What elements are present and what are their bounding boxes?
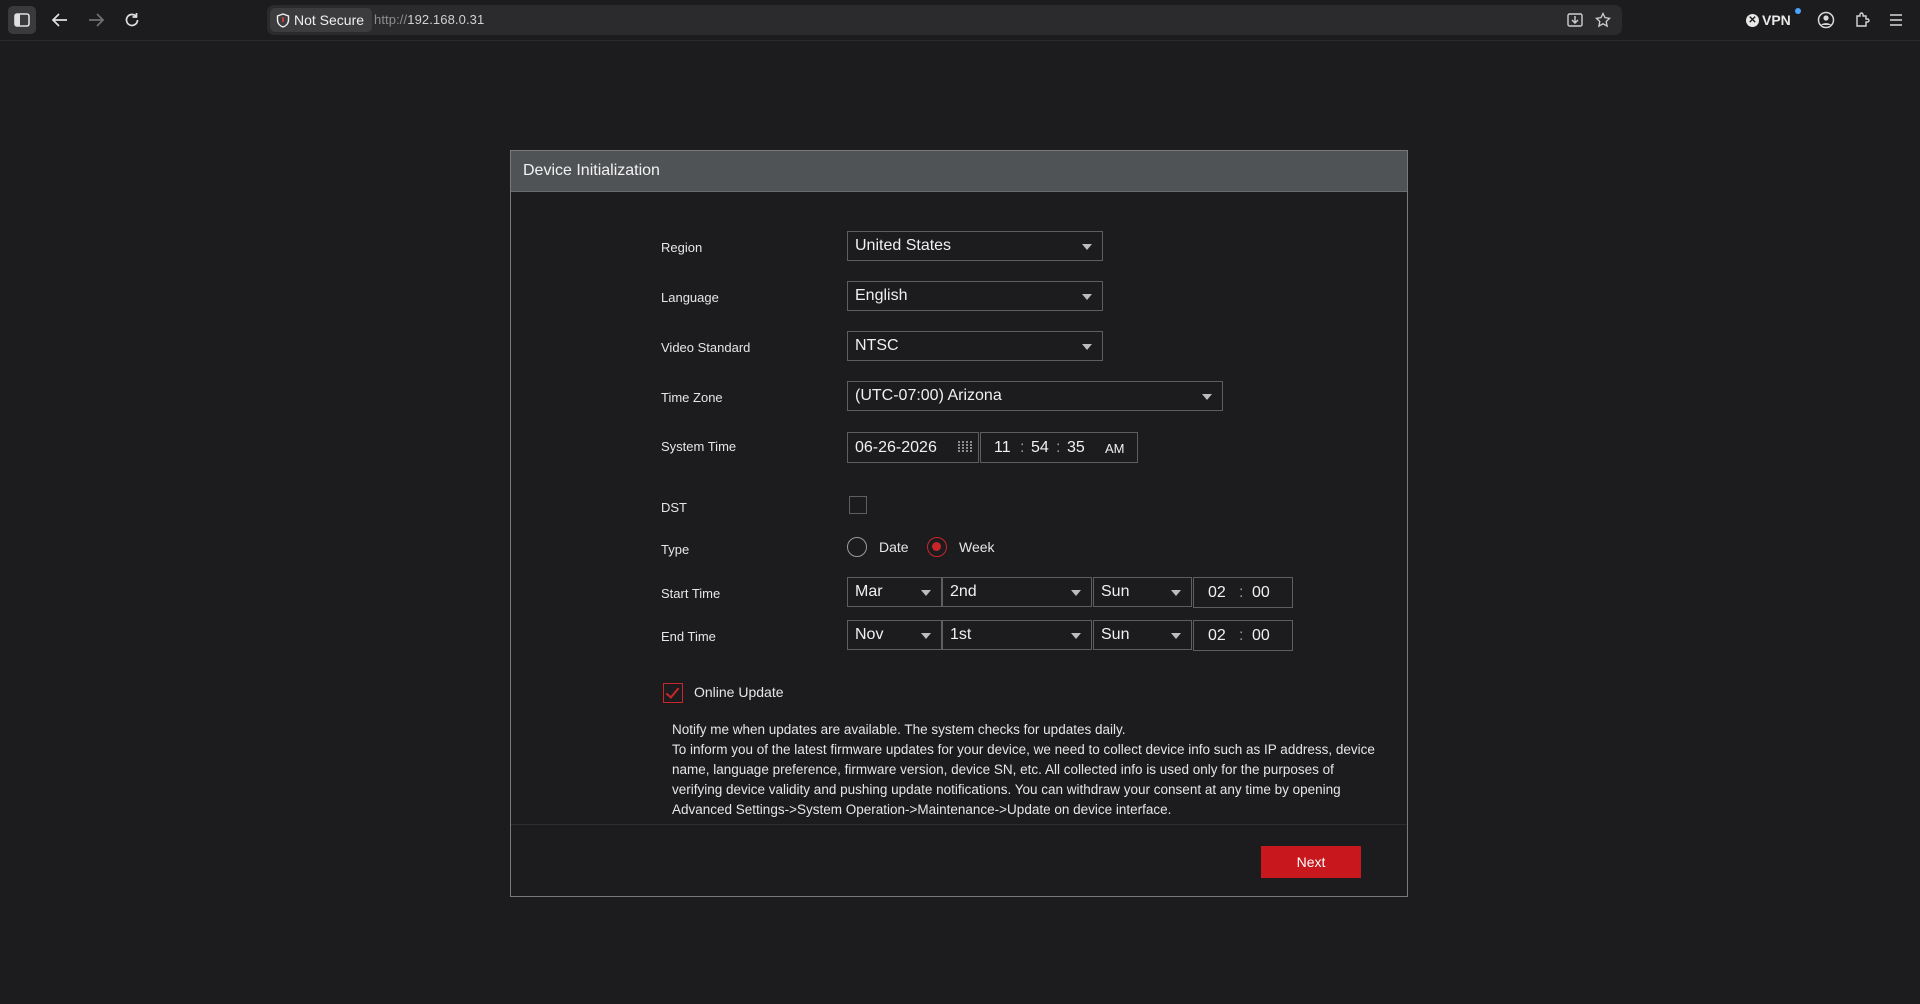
forward-arrow-icon[interactable] (82, 6, 110, 34)
system-date-input[interactable]: 06-26-2026 (847, 432, 979, 463)
video-standard-value: NTSC (855, 337, 899, 354)
menu-hamburger-icon[interactable] (1882, 6, 1910, 34)
language-label: Language (661, 290, 719, 305)
end-hour[interactable]: 02 (1208, 627, 1226, 645)
chevron-down-icon (1082, 244, 1092, 250)
url-host: 192.168.0.31 (407, 12, 485, 27)
next-button[interactable]: Next (1261, 846, 1361, 878)
dst-label: DST (661, 500, 687, 515)
notice-line-2: To inform you of the latest firmware upd… (672, 742, 1375, 817)
start-time-label: Start Time (661, 586, 721, 601)
vpn-button[interactable]: ✕ VPN (1746, 9, 1791, 31)
start-hour[interactable]: 02 (1208, 584, 1226, 602)
vpn-status-dot (1795, 8, 1801, 14)
end-time-label: End Time (661, 629, 716, 644)
video-standard-label: Video Standard (661, 340, 751, 355)
system-time-second[interactable]: 35 (1067, 439, 1085, 457)
type-week-label: Week (959, 539, 995, 555)
online-update-checkbox[interactable] (663, 683, 683, 703)
time-zone-select[interactable]: (UTC-07:00) Arizona (847, 381, 1223, 411)
chevron-down-icon (1071, 633, 1081, 639)
calendar-icon[interactable] (958, 441, 972, 453)
start-minute[interactable]: 00 (1252, 584, 1270, 602)
start-month-value: Mar (855, 583, 883, 600)
install-app-icon[interactable] (1564, 9, 1586, 31)
chevron-down-icon (1202, 394, 1212, 400)
region-select[interactable]: United States (847, 231, 1103, 261)
end-month-value: Nov (855, 626, 884, 643)
type-label: Type (661, 542, 690, 557)
time-separator: : (1020, 439, 1025, 456)
time-separator: : (1239, 627, 1244, 644)
region-label: Region (661, 240, 703, 255)
start-week-value: 2nd (950, 583, 977, 600)
vpn-off-icon: ✕ (1746, 13, 1759, 27)
security-label: Not Secure (294, 12, 365, 28)
start-day-select[interactable]: Sun (1093, 577, 1192, 607)
type-date-radio[interactable] (847, 537, 867, 557)
end-day-select[interactable]: Sun (1093, 620, 1192, 650)
system-time-input[interactable]: 11 : 54 : 35 AM (980, 432, 1138, 463)
system-time-hour[interactable]: 11 (994, 439, 1011, 457)
reload-icon[interactable] (118, 6, 146, 34)
browser-toolbar: Not Secure http://192.168.0.31 ✕ VPN (0, 0, 1920, 41)
time-zone-label: Time Zone (661, 390, 723, 405)
notice-line-1: Notify me when updates are available. Th… (672, 722, 1126, 737)
type-week-radio[interactable] (927, 537, 947, 557)
start-month-select[interactable]: Mar (847, 577, 942, 607)
end-minute[interactable]: 00 (1252, 627, 1270, 645)
chevron-down-icon (921, 633, 931, 639)
back-arrow-icon[interactable] (46, 6, 74, 34)
time-zone-value: (UTC-07:00) Arizona (855, 387, 1002, 404)
end-week-value: 1st (950, 626, 972, 643)
end-month-select[interactable]: Nov (847, 620, 942, 650)
end-week-select[interactable]: 1st (942, 620, 1092, 650)
chevron-down-icon (1171, 633, 1181, 639)
chevron-down-icon (921, 590, 931, 596)
region-value: United States (855, 237, 952, 254)
chevron-down-icon (1082, 294, 1092, 300)
security-indicator[interactable]: Not Secure (270, 8, 373, 32)
end-time-input[interactable]: 02 : 00 (1193, 620, 1293, 651)
url-protocol: http:// (374, 12, 408, 27)
system-date-value: 06-26-2026 (855, 438, 937, 456)
start-week-select[interactable]: 2nd (942, 577, 1092, 607)
start-time-input[interactable]: 02 : 00 (1193, 577, 1293, 608)
chevron-down-icon (1171, 590, 1181, 596)
time-separator: : (1239, 584, 1244, 601)
system-time-minute[interactable]: 54 (1031, 439, 1049, 457)
extensions-puzzle-icon[interactable] (1848, 6, 1876, 34)
time-separator: : (1056, 439, 1061, 456)
device-initialization-dialog: Device Initialization Region United Stat… (510, 150, 1408, 897)
footer-divider (511, 824, 1407, 825)
system-time-ampm[interactable]: AM (1105, 441, 1125, 456)
chevron-down-icon (1071, 590, 1081, 596)
vpn-label: VPN (1762, 12, 1791, 28)
language-select[interactable]: English (847, 281, 1103, 311)
url-text[interactable]: http://192.168.0.31 (374, 12, 484, 27)
sidebar-toggle-icon[interactable] (8, 6, 36, 34)
language-value: English (855, 287, 908, 304)
shield-warning-icon (276, 12, 290, 28)
online-update-notice: Notify me when updates are available. Th… (672, 720, 1377, 820)
start-day-value: Sun (1101, 583, 1130, 600)
address-bar[interactable]: Not Secure http://192.168.0.31 (267, 5, 1622, 35)
chevron-down-icon (1082, 344, 1092, 350)
dialog-title: Device Initialization (511, 151, 1407, 192)
video-standard-select[interactable]: NTSC (847, 331, 1103, 361)
profile-icon[interactable] (1812, 6, 1840, 34)
type-date-label: Date (879, 539, 909, 555)
dst-checkbox[interactable] (849, 496, 867, 514)
system-time-label: System Time (661, 439, 737, 454)
bookmark-star-icon[interactable] (1592, 9, 1614, 31)
end-day-value: Sun (1101, 626, 1130, 643)
online-update-label[interactable]: Online Update (694, 684, 784, 700)
